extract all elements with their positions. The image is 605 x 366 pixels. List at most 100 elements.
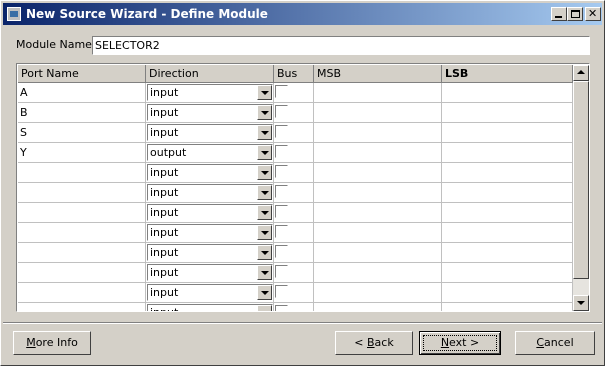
chevron-down-icon[interactable] (257, 145, 272, 160)
msb-cell[interactable] (314, 243, 442, 263)
direction-select[interactable]: input (147, 164, 273, 181)
msb-cell[interactable] (314, 203, 442, 223)
bus-checkbox[interactable] (275, 125, 288, 138)
msb-cell[interactable] (314, 83, 442, 103)
msb-cell[interactable] (314, 283, 442, 303)
lsb-cell[interactable] (442, 103, 573, 123)
lsb-cell[interactable] (442, 83, 573, 103)
msb-cell[interactable] (314, 163, 442, 183)
msb-cell[interactable] (314, 183, 442, 203)
port-name-cell[interactable] (18, 303, 146, 311)
lsb-cell[interactable] (442, 283, 573, 303)
port-name-cell[interactable] (18, 243, 146, 263)
chevron-down-icon[interactable] (257, 185, 272, 200)
scroll-down-button[interactable] (573, 295, 589, 311)
bus-checkbox[interactable] (275, 105, 288, 118)
direction-cell: input (146, 163, 274, 183)
column-header-port-name[interactable]: Port Name (18, 65, 146, 83)
lsb-cell[interactable] (442, 243, 573, 263)
column-header-direction[interactable]: Direction (146, 65, 274, 83)
scroll-thumb[interactable] (573, 81, 589, 279)
msb-cell[interactable] (314, 103, 442, 123)
column-header-bus[interactable]: Bus (274, 65, 314, 83)
lsb-cell[interactable] (442, 223, 573, 243)
direction-select[interactable]: input (147, 304, 273, 311)
msb-cell[interactable] (314, 303, 442, 311)
direction-select[interactable]: input (147, 204, 273, 221)
cancel-button[interactable]: Cancel (515, 331, 595, 355)
bus-checkbox[interactable] (275, 145, 288, 158)
port-name-cell[interactable] (18, 223, 146, 243)
direction-cell: input (146, 103, 274, 123)
port-name-cell[interactable] (18, 263, 146, 283)
lsb-cell[interactable] (442, 303, 573, 311)
chevron-down-icon[interactable] (257, 105, 272, 120)
lsb-cell[interactable] (442, 203, 573, 223)
chevron-down-icon[interactable] (257, 165, 272, 180)
msb-cell[interactable] (314, 123, 442, 143)
port-name-cell[interactable]: B (18, 103, 146, 123)
direction-select[interactable]: input (147, 104, 273, 121)
chevron-down-icon[interactable] (257, 225, 272, 240)
column-header-msb[interactable]: MSB (314, 65, 442, 83)
bus-checkbox[interactable] (275, 245, 288, 258)
focus-rect (423, 335, 497, 351)
chevron-down-icon[interactable] (257, 205, 272, 220)
port-name-cell[interactable]: S (18, 123, 146, 143)
table-row: Ainput (18, 83, 573, 103)
scroll-up-button[interactable] (573, 65, 589, 81)
bus-cell (274, 203, 314, 223)
minimize-button[interactable] (551, 7, 567, 21)
bus-checkbox[interactable] (275, 225, 288, 238)
back-button[interactable]: < Back (335, 331, 413, 355)
vertical-scrollbar[interactable] (573, 65, 589, 311)
msb-cell[interactable] (314, 223, 442, 243)
bus-checkbox[interactable] (275, 305, 288, 311)
chevron-down-icon[interactable] (257, 265, 272, 280)
port-name-cell[interactable]: Y (18, 143, 146, 163)
table-row: Binput (18, 103, 573, 123)
chevron-down-icon[interactable] (257, 285, 272, 300)
bus-checkbox[interactable] (275, 285, 288, 298)
direction-select[interactable]: output (147, 144, 273, 161)
table-row: input (18, 203, 573, 223)
next-button[interactable]: Next > (419, 331, 501, 355)
lsb-cell[interactable] (442, 163, 573, 183)
chevron-down-icon[interactable] (257, 85, 272, 100)
direction-select[interactable]: input (147, 124, 273, 141)
port-name-cell[interactable] (18, 163, 146, 183)
port-name-cell[interactable]: A (18, 83, 146, 103)
port-name-cell[interactable] (18, 183, 146, 203)
port-name-cell[interactable] (18, 283, 146, 303)
maximize-button[interactable] (567, 7, 583, 21)
bus-checkbox[interactable] (275, 265, 288, 278)
bus-checkbox[interactable] (275, 85, 288, 98)
chevron-down-icon[interactable] (257, 245, 272, 260)
direction-select[interactable]: input (147, 284, 273, 301)
bus-checkbox[interactable] (275, 205, 288, 218)
msb-cell[interactable] (314, 263, 442, 283)
msb-cell[interactable] (314, 143, 442, 163)
chevron-down-icon[interactable] (257, 305, 272, 311)
direction-select[interactable]: input (147, 84, 273, 101)
module-name-input[interactable] (92, 36, 590, 55)
direction-select[interactable]: input (147, 244, 273, 261)
chevron-down-icon[interactable] (257, 125, 272, 140)
bus-checkbox[interactable] (275, 165, 288, 178)
column-header-lsb[interactable]: LSB (442, 65, 573, 83)
bus-checkbox[interactable] (275, 185, 288, 198)
direction-select[interactable]: input (147, 264, 273, 281)
direction-select[interactable]: input (147, 184, 273, 201)
lsb-cell[interactable] (442, 183, 573, 203)
direction-value: input (150, 246, 179, 259)
more-info-button[interactable]: More Info (13, 331, 91, 355)
direction-select[interactable]: input (147, 224, 273, 241)
direction-value: input (150, 106, 179, 119)
port-name-cell[interactable] (18, 203, 146, 223)
title-bar[interactable]: New Source Wizard - Define Module ✕ (3, 3, 602, 25)
cancel-mnemonic: C (536, 336, 545, 349)
lsb-cell[interactable] (442, 123, 573, 143)
lsb-cell[interactable] (442, 143, 573, 163)
lsb-cell[interactable] (442, 263, 573, 283)
close-button[interactable]: ✕ (585, 7, 601, 21)
